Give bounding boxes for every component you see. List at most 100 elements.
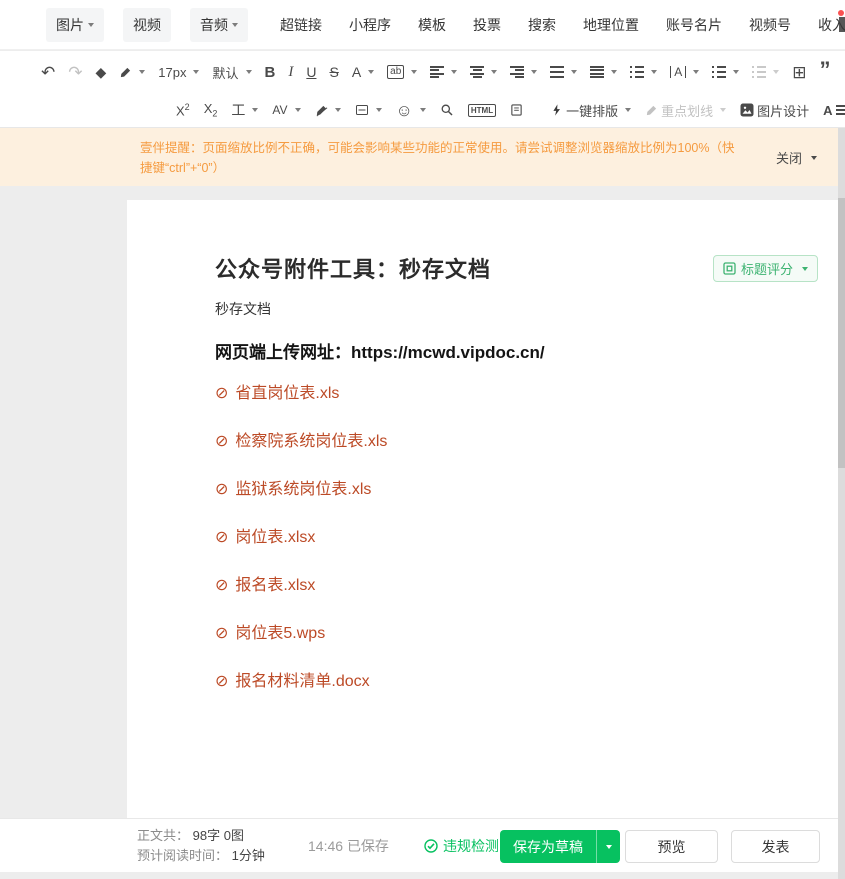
first-line-indent-button[interactable]: 工 [228, 97, 261, 123]
attachment-link[interactable]: ⊘ 报名表.xlsx [215, 576, 387, 596]
publish-label: 发表 [761, 838, 790, 855]
formatting-toolbar: ↶ ↷ ◆ 17px 默认 B I U S A ab A ⊞ ” X2 X2 工… [0, 51, 845, 128]
chevron-down-icon [252, 108, 259, 112]
banner-close-button[interactable]: 关闭 [776, 148, 817, 167]
divider-button[interactable] [352, 97, 385, 123]
clear-format-button[interactable] [312, 97, 344, 123]
chevron-down-icon [451, 70, 458, 74]
footer-bar: 正文共： 98字 0图 预计阅读时间： 1分钟 14:46 已保存 违规检测 保… [0, 818, 838, 872]
italic-button[interactable]: I [285, 59, 296, 85]
blockquote-button[interactable]: ” [817, 59, 834, 85]
letter-spacing-button[interactable]: AV [269, 97, 303, 123]
menu-item[interactable]: 账号名片 [666, 15, 722, 35]
undo-icon: ↶ [41, 62, 56, 82]
attachment-list: ⊘ 省直岗位表.xls ⊘ 检察院系统岗位表.xls ⊘ 监狱系统岗位表.xls… [215, 384, 387, 720]
bullet-list-button[interactable] [627, 59, 660, 85]
menu-item[interactable]: 音频 [190, 7, 248, 42]
chevron-down-icon [232, 22, 238, 27]
one-click-format-label: 一键排版 [566, 103, 619, 119]
menu-item[interactable]: 小程序 [349, 15, 391, 35]
preview-button[interactable]: 预览 [625, 830, 718, 863]
publish-button[interactable]: 发表 [731, 830, 820, 863]
brush-icon [121, 67, 131, 77]
chevron-down-icon [368, 70, 375, 74]
menu-item[interactable]: 搜索 [528, 15, 556, 35]
menu-item-clipped[interactable] [839, 17, 845, 32]
strikethrough-button[interactable]: S [326, 59, 341, 85]
highlight-icon: ab [387, 65, 405, 79]
attachment-link[interactable]: ⊘ 省直岗位表.xls [215, 384, 387, 404]
chevron-down-icon [625, 108, 632, 112]
task-list-button[interactable] [749, 59, 782, 85]
article-lead-text[interactable]: 网页端上传网址：https://mcwd.vipdoc.cn/ [215, 338, 545, 363]
line-height-button[interactable] [547, 59, 580, 85]
attachment-link[interactable]: ⊘ 岗位表.xlsx [215, 528, 387, 548]
chevron-down-icon [88, 22, 94, 27]
font-size-select[interactable]: 17px [155, 59, 202, 85]
indent-button[interactable] [587, 59, 620, 85]
menu-item-label: 超链接 [280, 16, 322, 33]
save-draft-button[interactable]: 保存为草稿 [500, 830, 596, 863]
wechat-editor-window: 图片 视频 音频 超链接 小程序 模板 投票 搜索 地理位置 账号名片 视频号 … [0, 0, 845, 879]
format-painter-button[interactable]: ◆ [93, 59, 110, 85]
attachment-link[interactable]: ⊘ 报名材料清单.docx [215, 672, 387, 692]
emoji-button[interactable]: ☺ [393, 97, 429, 123]
find-replace-button[interactable] [437, 97, 457, 123]
subscript-button[interactable]: X2 [201, 97, 221, 123]
attachment-icon: ⊘ [215, 625, 229, 642]
attachment-link[interactable]: ⊘ 岗位表5.wps [215, 624, 387, 644]
image-count-value: 0图 [223, 828, 244, 843]
chevron-down-icon [733, 70, 740, 74]
italic-icon: I [288, 63, 294, 80]
task-list-icon [752, 66, 767, 78]
align-center-button[interactable] [467, 59, 500, 85]
menu-item[interactable]: 视频号 [749, 15, 791, 35]
superscript-button[interactable]: X2 [173, 97, 193, 123]
article-title-input[interactable]: 公众号附件工具：秒存文档 [215, 252, 491, 284]
author-input[interactable]: 秒存文档 [215, 299, 271, 319]
menu-item-label: 模板 [418, 16, 446, 33]
scrollbar-thumb[interactable] [838, 198, 845, 468]
top-menubar: 图片 视频 音频 超链接 小程序 模板 投票 搜索 地理位置 账号名片 视频号 … [0, 0, 845, 50]
ai-layout-button[interactable]: A AI排版 [820, 97, 845, 123]
undo-button[interactable]: ↶ [38, 59, 58, 85]
focus-underline-button[interactable]: 重点划线 [642, 97, 729, 123]
redo-button[interactable]: ↷ [65, 59, 85, 85]
attachment-link[interactable]: ⊘ 检察院系统岗位表.xls [215, 432, 387, 452]
underline-button[interactable]: U [303, 59, 319, 85]
attachment-link[interactable]: ⊘ 监狱系统岗位表.xls [215, 480, 387, 500]
image-design-button[interactable]: 图片设计 [737, 97, 812, 123]
ordered-list-button[interactable] [709, 59, 742, 85]
menu-item[interactable]: 图片 [46, 7, 104, 42]
scrollbar-track[interactable] [838, 128, 845, 879]
chevron-down-icon [531, 70, 538, 74]
clear-format-icon [316, 105, 327, 116]
highlight-button[interactable]: ab [384, 59, 420, 85]
save-draft-split-button: 保存为草稿 [500, 830, 620, 863]
html-button[interactable]: HTML [465, 97, 499, 123]
text-brush-button[interactable] [116, 59, 148, 85]
title-score-button[interactable]: 标题评分 [712, 255, 818, 282]
menu-item-label: 视频号 [749, 16, 791, 33]
menu-item[interactable]: 模板 [418, 15, 446, 35]
attachment-icon: ⊘ [215, 385, 229, 402]
word-count-line: 正文共： 98字 0图 [137, 826, 265, 846]
font-color-button[interactable]: A [349, 59, 377, 85]
font-family-select[interactable]: 默认 [209, 59, 254, 85]
chevron-down-icon [651, 70, 658, 74]
menu-item[interactable]: 视频 [123, 7, 171, 42]
align-left-button[interactable] [427, 59, 460, 85]
text-direction-button[interactable]: A [667, 59, 702, 85]
bold-button[interactable]: B [262, 59, 279, 85]
menu-item[interactable]: 地理位置 [583, 15, 639, 35]
menu-item-label: 图片 [56, 16, 84, 33]
menu-item[interactable]: 超链接 [280, 15, 322, 35]
one-click-format-button[interactable]: 一键排版 [548, 97, 634, 123]
card-button[interactable] [507, 97, 526, 123]
insert-table-button[interactable]: ⊞ [789, 59, 809, 85]
attachment-name: 岗位表.xlsx [235, 529, 316, 546]
align-right-button[interactable] [507, 59, 540, 85]
menu-item[interactable]: 投票 [473, 15, 501, 35]
save-draft-menu-button[interactable] [596, 830, 620, 863]
compliance-check-button[interactable]: 违规检测 [424, 836, 499, 856]
